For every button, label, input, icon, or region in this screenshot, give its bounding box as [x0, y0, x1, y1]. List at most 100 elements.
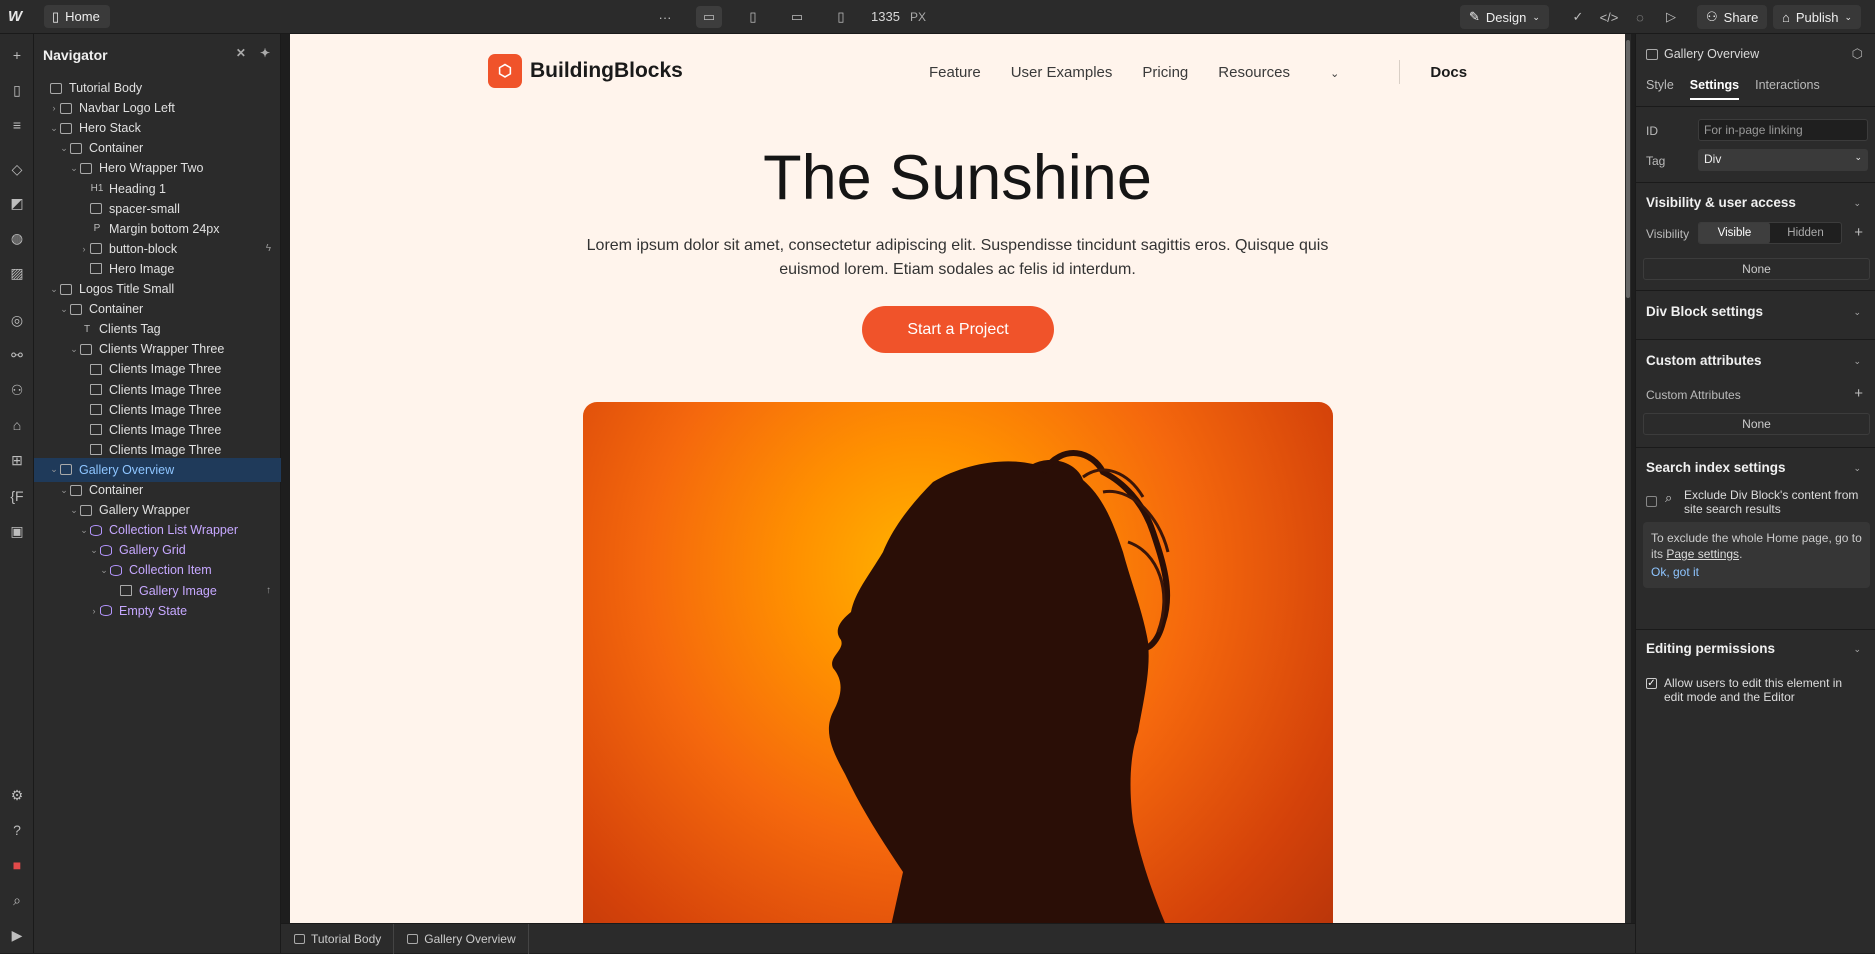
nav-link-docs[interactable]: Docs — [1430, 64, 1467, 81]
users-icon[interactable]: ⚇ — [6, 379, 28, 401]
pin-icon[interactable]: ✦ — [260, 46, 270, 60]
custom-attributes-title[interactable]: Custom attributes — [1646, 353, 1762, 368]
component-icon[interactable]: ⬡ — [1852, 46, 1863, 62]
more-options-button[interactable]: ··· — [652, 6, 678, 28]
navigator-item-label: Margin bottom 24px — [109, 221, 220, 236]
chevron-down-icon[interactable]: ⌄ — [58, 304, 70, 315]
visibility-condition-none[interactable]: None — [1643, 258, 1870, 280]
ecommerce-icon[interactable]: ⌂ — [6, 414, 28, 436]
chevron-down-icon[interactable]: ⌄ — [58, 485, 70, 496]
chevron-down-icon[interactable]: ⌄ — [88, 545, 100, 556]
desktop-breakpoint-icon[interactable]: ▭ — [696, 6, 722, 28]
visible-option[interactable]: Visible — [1699, 223, 1770, 243]
breadcrumb-item-tutorial-body[interactable]: Tutorial Body — [281, 923, 395, 954]
assets-icon[interactable]: ▨ — [6, 262, 28, 284]
visibility-section-title[interactable]: Visibility & user access — [1646, 195, 1796, 210]
box-icon[interactable]: ▣ — [6, 520, 28, 542]
search-index-title[interactable]: Search index settings — [1646, 460, 1786, 475]
nav-link-feature[interactable]: Feature — [929, 64, 981, 81]
chevron-right-icon[interactable]: › — [78, 244, 90, 254]
help-icon[interactable]: ? — [6, 819, 28, 841]
mobile-portrait-breakpoint-icon[interactable]: ▯ — [828, 6, 854, 28]
start-project-button[interactable]: Start a Project — [862, 306, 1054, 353]
site-logo[interactable]: ⬡ BuildingBlocks — [488, 54, 683, 88]
add-icon[interactable]: + — [1854, 224, 1863, 241]
canvas-width-readout[interactable]: 1335 — [871, 9, 900, 24]
tab-settings[interactable]: Settings — [1689, 78, 1740, 100]
chevron-down-icon[interactable]: ⌄ — [1853, 198, 1861, 209]
chevron-down-icon[interactable]: ⌄ — [58, 143, 70, 154]
pages-icon[interactable]: ▯ — [6, 79, 28, 101]
ok-got-it-link[interactable]: Ok, got it — [1651, 564, 1862, 580]
hero-heading[interactable]: The Sunshine — [290, 142, 1625, 214]
webflow-logo-icon[interactable]: W — [8, 8, 28, 26]
record-icon[interactable]: ■ — [6, 854, 28, 876]
chevron-down-icon[interactable]: ⌄ — [78, 525, 90, 536]
allow-edit-checkbox[interactable]: ✓ — [1646, 678, 1657, 689]
tab-interactions[interactable]: Interactions — [1755, 78, 1820, 100]
chevron-down-icon[interactable]: ⌄ — [48, 464, 60, 475]
chevron-down-icon[interactable]: ⌄ — [98, 565, 110, 576]
chevron-down-icon[interactable]: ⌄ — [1853, 307, 1861, 318]
nav-link-pricing[interactable]: Pricing — [1142, 64, 1188, 81]
style-selectors-icon[interactable]: ◩ — [6, 192, 28, 214]
components-icon[interactable]: ◇ — [6, 158, 28, 180]
editing-permissions-title[interactable]: Editing permissions — [1646, 641, 1775, 656]
chevron-down-icon[interactable]: ⌄ — [68, 505, 80, 516]
collapse-icon[interactable]: ✕ — [236, 46, 246, 60]
exclude-checkbox[interactable] — [1646, 496, 1657, 507]
nav-link-user-examples[interactable]: User Examples — [1011, 64, 1113, 81]
nav-link-resources[interactable]: Resources ⌄ — [1218, 64, 1369, 81]
add-icon[interactable]: + — [1854, 385, 1863, 402]
chevron-down-icon[interactable]: ⌄ — [1853, 356, 1861, 367]
settings-gear-icon[interactable]: ⚙ — [6, 784, 28, 806]
chevron-down-icon[interactable]: ⌄ — [1853, 644, 1861, 655]
cms-icon[interactable]: ◎ — [6, 309, 28, 331]
navigator-icon[interactable]: ≡ — [6, 114, 28, 136]
logic-icon[interactable]: ⚯ — [6, 344, 28, 366]
video-icon[interactable]: ▶ — [6, 924, 28, 946]
code-icon[interactable]: </> — [1596, 6, 1622, 28]
navigator-item-label: Container — [89, 302, 144, 317]
chevron-down-icon[interactable]: ⌄ — [48, 123, 60, 134]
breadcrumb-label: Tutorial Body — [311, 931, 382, 946]
apps-icon[interactable]: ⊞ — [6, 449, 28, 471]
div-block-icon — [70, 142, 82, 154]
chevron-right-icon[interactable]: › — [48, 103, 60, 113]
add-elements-icon[interactable]: + — [6, 44, 28, 66]
chevron-down-icon[interactable]: ⌄ — [68, 163, 80, 174]
chevron-right-icon[interactable]: › — [88, 606, 100, 616]
div-block-settings-title[interactable]: Div Block settings — [1646, 304, 1763, 319]
design-canvas[interactable]: ⬡ BuildingBlocks Feature User Examples P… — [290, 34, 1625, 923]
canvas-scrollbar[interactable] — [1625, 34, 1631, 923]
share-button[interactable]: ⚇ Share — [1697, 5, 1768, 29]
mobile-landscape-breakpoint-icon[interactable]: ▭ — [784, 6, 810, 28]
variables-icon[interactable]: ◍ — [6, 227, 28, 249]
page-settings-link[interactable]: Page settings — [1666, 547, 1739, 561]
publish-button[interactable]: ⌂ Publish ⌄ — [1773, 5, 1862, 29]
navigator-item[interactable]: › Empty State — [34, 599, 281, 623]
tab-style[interactable]: Style — [1646, 78, 1674, 100]
comment-icon[interactable]: ◌ — [1627, 6, 1653, 28]
tag-select[interactable]: Div ⌄ — [1698, 149, 1868, 171]
check-icon[interactable]: ✓ — [1565, 6, 1591, 28]
custom-attributes-none[interactable]: None — [1643, 413, 1870, 435]
divider — [1636, 629, 1875, 630]
tablet-breakpoint-icon[interactable]: ▯ — [740, 6, 766, 28]
image-icon — [90, 424, 102, 436]
page-selector[interactable]: ▯ Home — [44, 5, 110, 28]
search-icon[interactable]: ⌕ — [6, 889, 28, 911]
chevron-down-icon[interactable]: ⌄ — [1853, 463, 1861, 474]
chevron-down-icon[interactable]: ⌄ — [48, 284, 60, 295]
design-mode-button[interactable]: ✎ Design ⌄ — [1460, 5, 1549, 29]
breadcrumb-item-gallery-overview[interactable]: Gallery Overview — [394, 923, 529, 954]
hero-image[interactable] — [583, 402, 1333, 923]
hidden-option[interactable]: Hidden — [1770, 223, 1841, 243]
chevron-down-icon[interactable]: ⌄ — [68, 344, 80, 355]
id-input[interactable]: For in-page linking — [1698, 119, 1868, 141]
scrollbar-thumb[interactable] — [1626, 40, 1630, 298]
logo-cube-icon: ⬡ — [488, 54, 522, 88]
preview-play-icon[interactable]: ▷ — [1658, 6, 1684, 28]
finsweet-icon[interactable]: {F — [6, 485, 28, 507]
hero-paragraph[interactable]: Lorem ipsum dolor sit amet, consectetur … — [580, 234, 1335, 282]
